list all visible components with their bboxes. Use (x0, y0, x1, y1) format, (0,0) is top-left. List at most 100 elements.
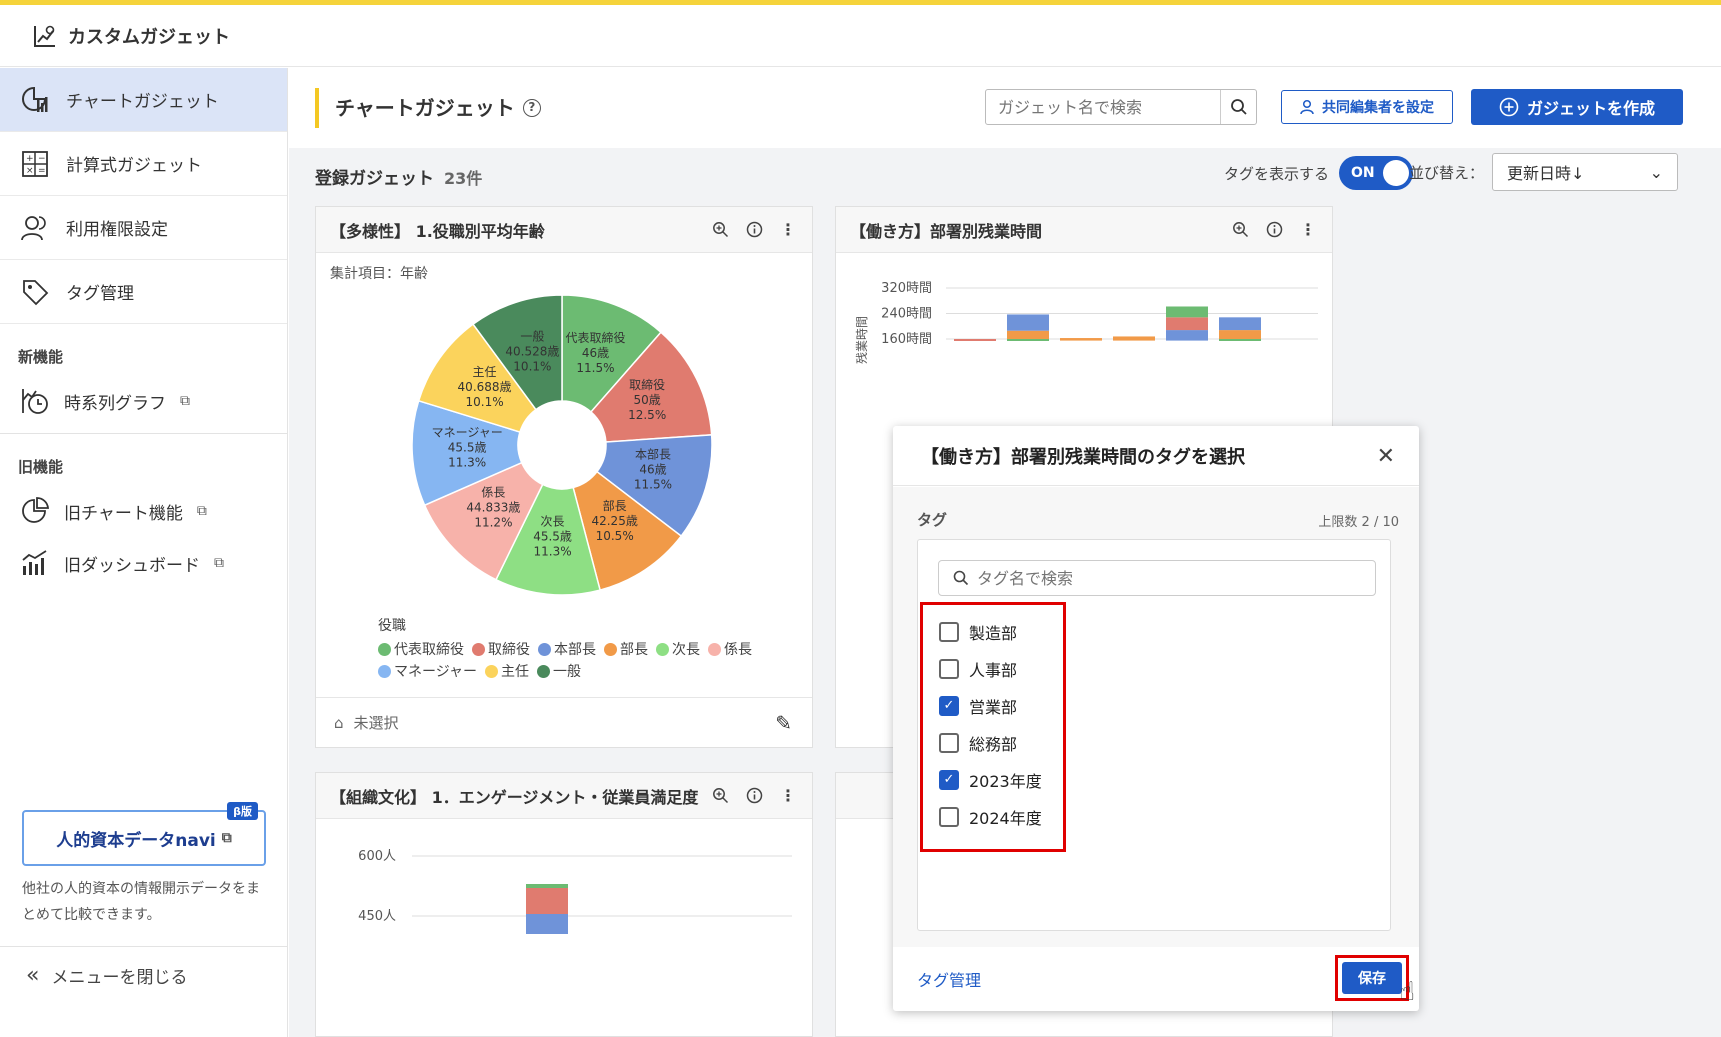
checkbox[interactable] (939, 658, 959, 679)
tag-management-link[interactable]: タグ管理 (917, 967, 981, 991)
search-button[interactable] (1220, 90, 1256, 124)
dialog-body: タグ 上限数 2 / 10 製造部 人事部 ✓ 営業部 総務部 ✓ 2023年度 2… (893, 487, 1419, 947)
save-highlight: 保存 (1335, 955, 1409, 1001)
sidebar-item-chart-gadget[interactable]: チャートガジェット (0, 68, 287, 132)
double-chevron-left-icon: « (26, 963, 40, 988)
sidebar-item-timeseries[interactable]: 時系列グラフ ⧉ (0, 375, 287, 427)
checkbox-checked[interactable]: ✓ (939, 695, 959, 716)
new-features-heading: 新機能 (18, 348, 64, 366)
sidebar-item-label: チャートガジェット (66, 92, 219, 112)
sidebar-item-label: 旧チャート機能 (64, 503, 183, 524)
slice-label: 40.528歳 (505, 345, 559, 359)
tag-option-label: 2024年度 (969, 808, 1042, 828)
slice-label: 46歳 (582, 346, 609, 360)
sidebar-item-formula-gadget[interactable]: + − × = 計算式ガジェット (0, 132, 287, 196)
card-title: 【組織文化】 1．エンゲージメント・従業員満足度 (330, 787, 699, 807)
custom-gadget-icon (34, 25, 55, 47)
slice-label: 主任 (473, 365, 497, 379)
set-coeditor-button[interactable]: 共同編集者を設定 (1281, 90, 1453, 124)
legend-item[interactable]: 主任 (485, 661, 529, 681)
info-icon[interactable] (1264, 219, 1284, 239)
more-menu-icon[interactable]: ⋮ (1298, 219, 1318, 239)
close-icon[interactable]: ✕ (1377, 444, 1395, 469)
create-gadget-button[interactable]: ガジェットを作成 (1471, 89, 1683, 125)
top-bar: チャートガジェット ? 共同編集者を設定 ガジェットを作成 (289, 68, 1721, 148)
slice-label: 42.25歳 (591, 514, 637, 528)
tag-option[interactable]: ✓ 営業部 (923, 687, 1063, 724)
navi-description: 他社の人的資本の情報開示データをまとめて比較できます。 (22, 881, 260, 923)
tag-option[interactable]: 2024年度 (923, 798, 1063, 835)
slice-label: 次長 (541, 515, 565, 529)
tag-display-toggle-group: タグを表示する ON (1224, 156, 1414, 190)
checkbox[interactable] (939, 621, 959, 642)
slice-label: 50歳 (634, 393, 661, 407)
legend-label: 部長 (620, 642, 648, 658)
tag-checkbox-list: 製造部 人事部 ✓ 営業部 総務部 ✓ 2023年度 2024年度 (920, 602, 1066, 852)
tag-display-toggle[interactable]: ON (1339, 156, 1414, 190)
bar-segment (954, 339, 996, 341)
info-icon[interactable] (744, 219, 764, 239)
legend-item[interactable]: 取締役 (472, 639, 530, 659)
sidebar-item-permissions[interactable]: 利用権限設定 (0, 196, 287, 260)
create-gadget-label: ガジェットを作成 (1526, 99, 1655, 118)
checkbox[interactable] (939, 732, 959, 753)
svg-text:=: = (38, 166, 46, 176)
search-icon (953, 570, 969, 586)
legend-item[interactable]: 次長 (656, 639, 700, 659)
pencil-icon[interactable]: ✎ (775, 711, 792, 735)
chevron-down-icon: ⌄ (1649, 162, 1664, 182)
info-icon[interactable] (744, 785, 764, 805)
tag-option[interactable]: 製造部 (923, 613, 1063, 650)
help-icon[interactable]: ? (522, 99, 541, 117)
save-button[interactable]: 保存 (1342, 962, 1402, 994)
sidebar-item-old-dashboard[interactable]: 旧ダッシュボード ⧉ (0, 537, 287, 589)
sort-select[interactable]: 更新日時↓ ⌄ (1492, 153, 1679, 191)
y-tick-label: 160時間 (881, 332, 932, 347)
legend-title: 役職 (378, 618, 406, 634)
legend-swatch (604, 642, 617, 656)
tag-option[interactable]: 人事部 (923, 650, 1063, 687)
legend-item[interactable]: 代表取締役 (378, 639, 464, 659)
zoom-icon[interactable] (710, 219, 730, 239)
card-actions: ⋮ (710, 219, 798, 239)
more-menu-icon[interactable]: ⋮ (778, 785, 798, 805)
slice-label: 45.5歳 (533, 530, 572, 544)
legend-swatch (378, 664, 391, 678)
slice-label: 10.5% (596, 529, 634, 543)
set-coeditor-label: 共同編集者を設定 (1322, 100, 1434, 116)
legend-item[interactable]: 係長 (708, 639, 752, 659)
gadget-search-input[interactable] (986, 90, 1220, 124)
slice-label: 代表取締役 (565, 330, 625, 345)
sidebar-item-tag-management[interactable]: タグ管理 (0, 260, 287, 324)
bar-segment (1166, 317, 1208, 331)
navi-banner[interactable]: 人的資本データnavi ⧉ β版 (22, 802, 266, 866)
checkbox-checked[interactable]: ✓ (939, 769, 959, 790)
tag-option[interactable]: ✓ 2023年度 (923, 761, 1063, 798)
legend-swatch (472, 642, 485, 656)
bar-segment (1007, 314, 1049, 331)
legend-item[interactable]: 部長 (604, 639, 648, 659)
checkbox[interactable] (939, 806, 959, 827)
tag-option[interactable]: 総務部 (923, 724, 1063, 761)
slice-label: 一般 (520, 329, 544, 344)
legend-item[interactable]: マネージャー (378, 661, 477, 681)
hand-cursor-icon: ☝ (1399, 977, 1415, 1007)
legend-item[interactable]: 一般 (537, 661, 581, 681)
zoom-icon[interactable] (710, 785, 730, 805)
y-tick-label: 320時間 (881, 281, 932, 296)
legend-label: 取締役 (488, 642, 530, 658)
bar-segment (526, 914, 568, 934)
svg-text:−: − (38, 154, 46, 164)
y-tick-label: 600人 (358, 849, 396, 864)
close-menu-button[interactable]: « メニューを閉じる (0, 946, 288, 1004)
tag-option-label: 2023年度 (969, 771, 1042, 791)
sidebar-item-old-chart[interactable]: 旧チャート機能 ⧉ (0, 485, 287, 537)
tag-option-label: 総務部 (969, 734, 1018, 754)
slice-label: 46歳 (639, 462, 666, 476)
tag-search-input[interactable] (977, 568, 1375, 588)
legend-item[interactable]: 本部長 (538, 639, 596, 659)
bar-segment (1219, 317, 1261, 331)
zoom-icon[interactable] (1230, 219, 1250, 239)
more-menu-icon[interactable]: ⋮ (778, 219, 798, 239)
pie-chart-icon (22, 497, 49, 523)
